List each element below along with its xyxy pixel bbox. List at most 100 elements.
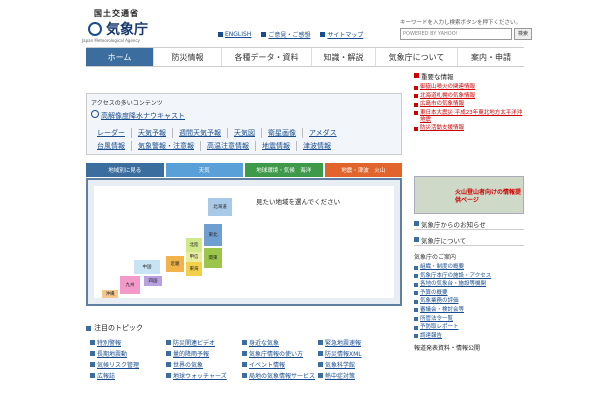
tab-weather[interactable]: 天気	[165, 163, 243, 177]
region-map: 北海道 東北 関東 北陸 甲信 東海 近畿 中国 四国 九州 沖縄 見たい地域を…	[94, 186, 394, 298]
important-item[interactable]: 東日本大震災 平成23年東北地方太平洋沖地震	[414, 110, 524, 124]
topic-link[interactable]: 世界の気象	[166, 360, 242, 369]
agency-logo-icon[interactable]	[88, 22, 102, 36]
global-nav: ホーム 防災情報 各種データ・資料 知識・解説 気象庁について 案内・申請	[86, 47, 524, 67]
topic-link[interactable]: 気象庁情報の使い方	[242, 349, 318, 358]
arrow-icon	[414, 102, 418, 107]
region-hokuriku[interactable]: 北陸	[186, 238, 202, 252]
topic-link[interactable]: 気象科学館	[318, 360, 394, 369]
popular-links-row2: 台風情報 気象警報・注意報 高温注意情報 地震情報 津波情報	[91, 141, 337, 151]
topic-label: 広報誌	[97, 373, 116, 380]
guide-item[interactable]: 調達報告	[414, 333, 524, 340]
topic-icon	[242, 362, 247, 367]
topic-link[interactable]: 長期地震動	[90, 349, 166, 358]
topic-icon	[90, 373, 95, 378]
region-kinki[interactable]: 近畿	[166, 256, 184, 272]
right-column: 重要な情報 御嶽山噴火の関連情報 北海道札幌の気象情報 広島市の気象情報 東日本…	[414, 70, 524, 134]
search-input[interactable]: POWERED BY YAHOO!	[400, 28, 512, 40]
guide-item[interactable]: 審議会・検討会等	[414, 307, 524, 314]
topic-link[interactable]: 量的降雨予報	[166, 349, 242, 358]
region-chugoku[interactable]: 中国	[134, 260, 160, 274]
region-tokai[interactable]: 東海	[186, 262, 202, 276]
sitemap-link[interactable]: サイトマップ	[320, 30, 363, 39]
volcano-banner[interactable]: 火山登山者向けの情報提供ページ	[414, 176, 524, 214]
guide-item-label: 調達報告	[420, 332, 443, 339]
topic-label: 特別警報	[97, 340, 122, 347]
guide-item[interactable]: 気象業務の評価	[414, 298, 524, 305]
agency-name[interactable]: 気象庁	[106, 19, 148, 39]
guide-item[interactable]: 組織・制度の概要	[414, 264, 524, 271]
topic-link[interactable]: 身近な気象	[242, 338, 318, 347]
topics-grid: 特別警報 防災関連ビデオ 身近な気象 緊急地震速報 長期地震動 量的降雨予報 気…	[90, 338, 390, 380]
topic-icon	[242, 373, 247, 378]
nowcast-link[interactable]: 高解像度降水ナウキャスト	[101, 111, 185, 121]
topic-icon	[242, 351, 247, 356]
guide-item[interactable]: 所管法令一覧	[414, 316, 524, 323]
category-tabs: 地域別に見る 天気 地球環境・気候 海洋 地震・津波 火山	[86, 163, 402, 177]
topic-link[interactable]: 特別警報	[90, 338, 166, 347]
region-hokkaido[interactable]: 北海道	[208, 198, 232, 216]
guide-item[interactable]: 各地の気象台・施設等機関	[414, 281, 524, 288]
nav-guide[interactable]: 案内・申請	[458, 48, 524, 66]
arrow-icon	[414, 308, 418, 313]
important-item[interactable]: 御嶽山噴火の関連情報	[414, 84, 524, 91]
tsunami-link[interactable]: 津波情報	[297, 141, 337, 151]
feedback-link-label: ご意見・ご感想	[268, 32, 311, 39]
topic-link[interactable]: 防災関連ビデオ	[166, 338, 242, 347]
topic-link[interactable]: 気候リスク管理	[90, 360, 166, 369]
forecast-link[interactable]: 天気予報	[132, 128, 173, 138]
weather-map-link[interactable]: 天気図	[228, 128, 262, 138]
notice-heading[interactable]: 気象庁からのお知らせ	[414, 218, 524, 230]
region-shikoku[interactable]: 四国	[144, 276, 162, 286]
topic-label: 気象科学館	[325, 362, 356, 369]
warning-link[interactable]: 気象警報・注意報	[132, 141, 201, 151]
region-koshin[interactable]: 甲信	[186, 252, 202, 262]
region-kanto[interactable]: 関東	[204, 248, 222, 268]
tab-climate[interactable]: 地球環境・気候 海洋	[245, 163, 323, 177]
topic-label: イベント情報	[249, 362, 286, 369]
topic-link[interactable]: イベント情報	[242, 360, 318, 369]
satellite-link[interactable]: 衛星画像	[262, 128, 303, 138]
nav-home[interactable]: ホーム	[86, 48, 154, 66]
topic-link[interactable]: 地球ウォッチャーズ	[166, 371, 242, 380]
earthquake-link[interactable]: 地震情報	[256, 141, 297, 151]
tab-region[interactable]: 地域別に見る	[86, 163, 164, 177]
search-button[interactable]: 検索	[514, 28, 532, 40]
region-tohoku[interactable]: 東北	[204, 224, 222, 246]
guide-heading: 気象庁のご案内	[414, 250, 524, 262]
heat-link[interactable]: 高温注意情報	[201, 141, 256, 151]
weekly-forecast-link[interactable]: 週間天気予報	[173, 128, 228, 138]
radar-link[interactable]: レーダー	[91, 128, 132, 138]
important-item[interactable]: 防災活動支援情報	[414, 125, 524, 132]
topic-label: 世界の気象	[173, 362, 204, 369]
topic-link[interactable]: 熱中症対策	[318, 371, 394, 380]
header: 国土交通省 気象庁 Japan Meteorological Agency EN…	[80, 8, 532, 46]
nav-disaster-info[interactable]: 防災情報	[154, 48, 222, 66]
guide-item[interactable]: 気象庁本庁の施設・アクセス	[414, 273, 524, 280]
guide-item[interactable]: 予算の概要	[414, 290, 524, 297]
important-item[interactable]: 広島市の気象情報	[414, 101, 524, 108]
nav-about[interactable]: 気象庁について	[376, 48, 458, 66]
topic-link[interactable]: 防災情報XML	[318, 349, 394, 358]
english-link[interactable]: ENGLISH	[218, 30, 251, 39]
nav-data[interactable]: 各種データ・資料	[222, 48, 312, 66]
press-heading[interactable]: 報道発表資料・情報公開	[414, 342, 524, 353]
typhoon-link[interactable]: 台風情報	[91, 141, 132, 151]
nowcast-icon	[91, 110, 99, 118]
topic-link[interactable]: 局地の気象情報サービス	[242, 371, 318, 380]
important-item[interactable]: 北海道札幌の気象情報	[414, 93, 524, 100]
arrow-icon	[414, 265, 418, 270]
nav-knowledge[interactable]: 知識・解説	[312, 48, 376, 66]
topic-link[interactable]: 広報誌	[90, 371, 166, 380]
guide-item-label: 予防取レポート	[420, 324, 459, 331]
feedback-link[interactable]: ご意見・ご感想	[261, 30, 310, 39]
amedas-link[interactable]: アメダス	[303, 128, 343, 138]
tab-earthquake[interactable]: 地震・津波 火山	[324, 163, 402, 177]
region-kyushu[interactable]: 九州	[120, 276, 140, 294]
about-heading[interactable]: 気象庁について	[414, 234, 524, 246]
popular-contents: アクセスの多いコンテンツ 高解像度降水ナウキャスト レーダー 天気予報 週間天気…	[86, 93, 402, 155]
topic-icon	[90, 351, 95, 356]
region-okinawa[interactable]: 沖縄	[102, 290, 118, 298]
guide-item[interactable]: 予防取レポート	[414, 324, 524, 331]
topic-link[interactable]: 緊急地震速報	[318, 338, 394, 347]
